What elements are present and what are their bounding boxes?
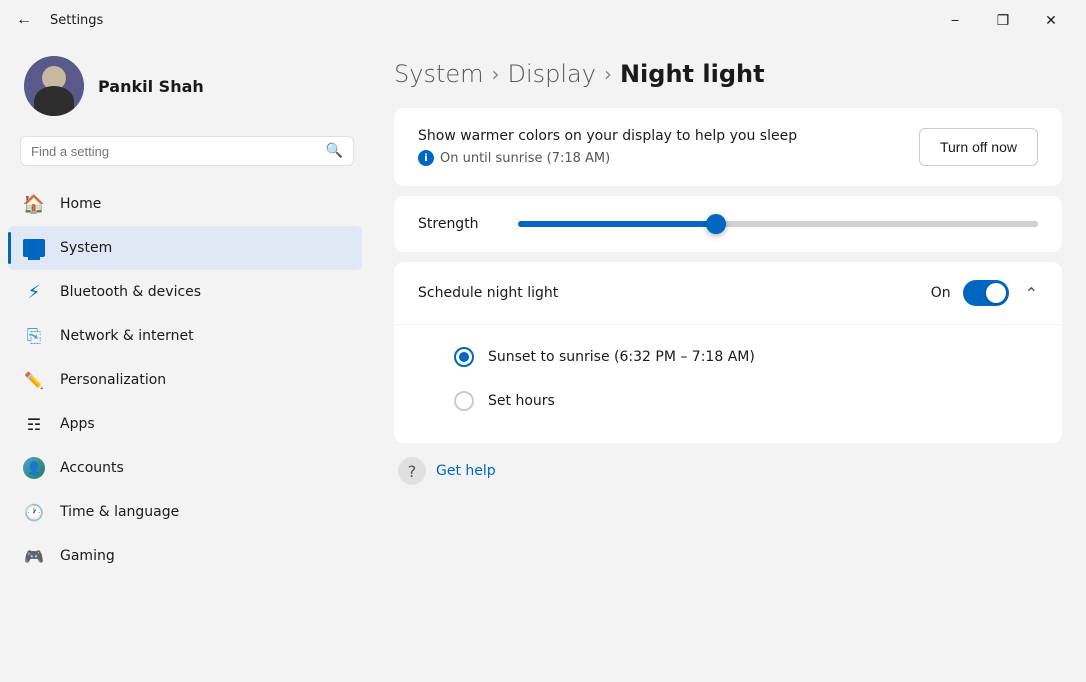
radio-circle-custom [454,391,474,411]
schedule-card: Schedule night light On ⌃ Sunset to sunr… [394,262,1062,443]
schedule-toggle[interactable] [963,280,1009,306]
titlebar: ← Settings − ❐ ✕ [0,0,1086,40]
info-subtitle-text: On until sunrise (7:18 AM) [440,151,610,166]
nav-label-gaming: Gaming [60,548,115,564]
main-content: System › Display › Night light Show warm… [370,40,1086,682]
nav-label-system: System [60,240,112,256]
breadcrumb-sep-2: › [604,62,612,86]
system-icon-shape [23,239,45,257]
toggle-thumb [986,283,1006,303]
sidebar-item-accounts[interactable]: 👤 Accounts [8,446,362,490]
schedule-status: On [931,285,951,301]
info-card: Show warmer colors on your display to he… [394,108,1062,186]
strength-slider-thumb[interactable] [706,214,726,234]
breadcrumb-current: Night light [620,60,765,88]
info-card-title: Show warmer colors on your display to he… [418,128,797,144]
strength-card: Strength [394,196,1062,252]
close-button[interactable]: ✕ [1028,4,1074,36]
maximize-button[interactable]: ❐ [980,4,1026,36]
sidebar-item-apps[interactable]: ☶ Apps [8,402,362,446]
get-help-link[interactable]: Get help [436,463,496,479]
search-input[interactable] [31,144,318,159]
accounts-icon-shape: 👤 [23,457,45,479]
time-icon: 🕐 [22,500,46,524]
info-card-text: Show warmer colors on your display to he… [418,128,797,166]
turn-off-button[interactable]: Turn off now [919,128,1038,166]
sidebar-item-home[interactable]: 🏠 Home [8,182,362,226]
strength-slider-track [518,221,1038,227]
titlebar-left: ← Settings [8,4,103,36]
avatar [24,56,84,116]
radio-circle-sunset [454,347,474,367]
get-help-row: ? Get help [394,457,1062,485]
strength-slider-fill [518,221,716,227]
radio-sunset[interactable]: Sunset to sunrise (6:32 PM – 7:18 AM) [454,335,1022,379]
search-box: 🔍 [20,136,354,166]
sidebar-item-time[interactable]: 🕐 Time & language [8,490,362,534]
apps-icon: ☶ [22,412,46,436]
sidebar-item-gaming[interactable]: 🎮 Gaming [8,534,362,578]
sidebar-item-network[interactable]: ⎘ Network & internet [8,314,362,358]
breadcrumb-display[interactable]: Display [508,60,596,88]
nav-label-home: Home [60,196,101,212]
user-profile: Pankil Shah [0,40,370,136]
radio-label-custom: Set hours [488,393,555,409]
breadcrumb-system[interactable]: System [394,60,484,88]
info-icon: i [418,150,434,166]
schedule-options: Sunset to sunrise (6:32 PM – 7:18 AM) Se… [394,324,1062,443]
strength-label: Strength [418,216,498,232]
schedule-header[interactable]: Schedule night light On ⌃ [394,262,1062,324]
sidebar-item-bluetooth[interactable]: ⚡ Bluetooth & devices [8,270,362,314]
nav-label-accounts: Accounts [60,460,124,476]
nav-label-time: Time & language [60,504,179,520]
breadcrumb: System › Display › Night light [394,60,1062,88]
breadcrumb-sep-1: › [492,62,500,86]
home-icon: 🏠 [22,192,46,216]
gaming-icon: 🎮 [22,544,46,568]
sidebar-item-system[interactable]: System [8,226,362,270]
schedule-label: Schedule night light [418,285,558,301]
minimize-button[interactable]: − [932,4,978,36]
back-button[interactable]: ← [8,4,40,36]
search-icon: 🔍 [326,143,343,159]
nav-list: 🏠 Home System ⚡ Bluetooth & devices ⎘ [0,182,370,578]
window-controls: − ❐ ✕ [932,4,1074,36]
avatar-image [24,56,84,116]
help-icon: ? [398,457,426,485]
bluetooth-icon: ⚡ [22,280,46,304]
nav-label-bluetooth: Bluetooth & devices [60,284,201,300]
radio-label-sunset: Sunset to sunrise (6:32 PM – 7:18 AM) [488,349,755,365]
sidebar: Pankil Shah 🔍 🏠 Home System ⚡ [0,40,370,682]
radio-custom[interactable]: Set hours [454,379,1022,423]
info-card-subtitle: i On until sunrise (7:18 AM) [418,150,797,166]
chevron-up-icon: ⌃ [1025,284,1038,303]
accounts-icon: 👤 [22,456,46,480]
system-icon [22,236,46,260]
sidebar-item-personalization[interactable]: ✏️ Personalization [8,358,362,402]
wifi-icon: ⎘ [22,324,46,348]
user-name: Pankil Shah [98,77,204,96]
nav-label-personalization: Personalization [60,372,166,388]
app-container: Pankil Shah 🔍 🏠 Home System ⚡ [0,40,1086,682]
schedule-header-right: On ⌃ [931,280,1038,306]
pencil-icon: ✏️ [22,368,46,392]
nav-label-apps: Apps [60,416,95,432]
app-title: Settings [50,13,103,28]
strength-slider-container [518,221,1038,227]
nav-label-network: Network & internet [60,328,194,344]
